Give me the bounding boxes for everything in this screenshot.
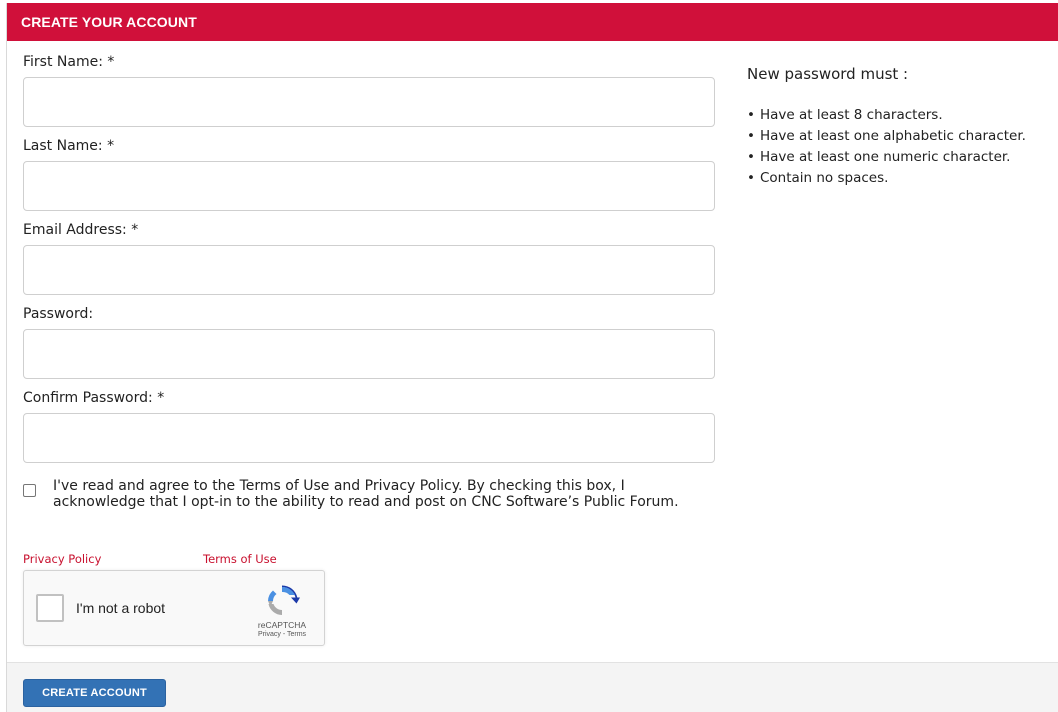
page-title: CREATE YOUR ACCOUNT <box>7 3 1058 41</box>
confirm-password-input[interactable] <box>23 413 715 463</box>
recaptcha-logo-icon <box>268 585 300 615</box>
terms-of-use-link[interactable]: Terms of Use <box>203 552 277 566</box>
create-account-button[interactable]: CREATE ACCOUNT <box>23 679 166 707</box>
recaptcha-widget: I'm not a robot reCAPTCHA Privacy - Term… <box>23 570 325 646</box>
password-requirements-list: Have at least 8 characters. Have at leas… <box>747 105 1058 189</box>
privacy-policy-link[interactable]: Privacy Policy <box>23 552 101 566</box>
last-name-input[interactable] <box>23 161 715 211</box>
recaptcha-label: I'm not a robot <box>76 600 166 616</box>
recaptcha-checkbox[interactable] <box>36 594 64 622</box>
recaptcha-privacy-terms[interactable]: Privacy - Terms <box>246 631 318 638</box>
recaptcha-brand: reCAPTCHA <box>257 620 307 630</box>
password-label: Password: <box>23 306 94 322</box>
email-input[interactable] <box>23 245 715 295</box>
password-requirements-title: New password must : <box>747 65 909 83</box>
first-name-input[interactable] <box>23 77 715 127</box>
last-name-label: Last Name: * <box>23 138 115 154</box>
password-requirements: New password must : Have at least 8 char… <box>747 65 1058 189</box>
email-label: Email Address: * <box>23 222 139 238</box>
list-item: Have at least one numeric character. <box>747 147 1058 168</box>
list-item: Contain no spaces. <box>747 168 1058 189</box>
form-footer: CREATE ACCOUNT <box>7 662 1058 712</box>
confirm-password-label: Confirm Password: * <box>23 390 165 406</box>
first-name-label: First Name: * <box>23 54 115 70</box>
list-item: Have at least one alphabetic character. <box>747 126 1058 147</box>
account-form-panel: CREATE YOUR ACCOUNT First Name: * Last N… <box>6 3 1058 712</box>
agree-terms-checkbox[interactable] <box>23 484 36 497</box>
list-item: Have at least 8 characters. <box>747 105 1058 126</box>
agree-terms-label: I've read and agree to the Terms of Use … <box>53 478 679 510</box>
password-input[interactable] <box>23 329 715 379</box>
